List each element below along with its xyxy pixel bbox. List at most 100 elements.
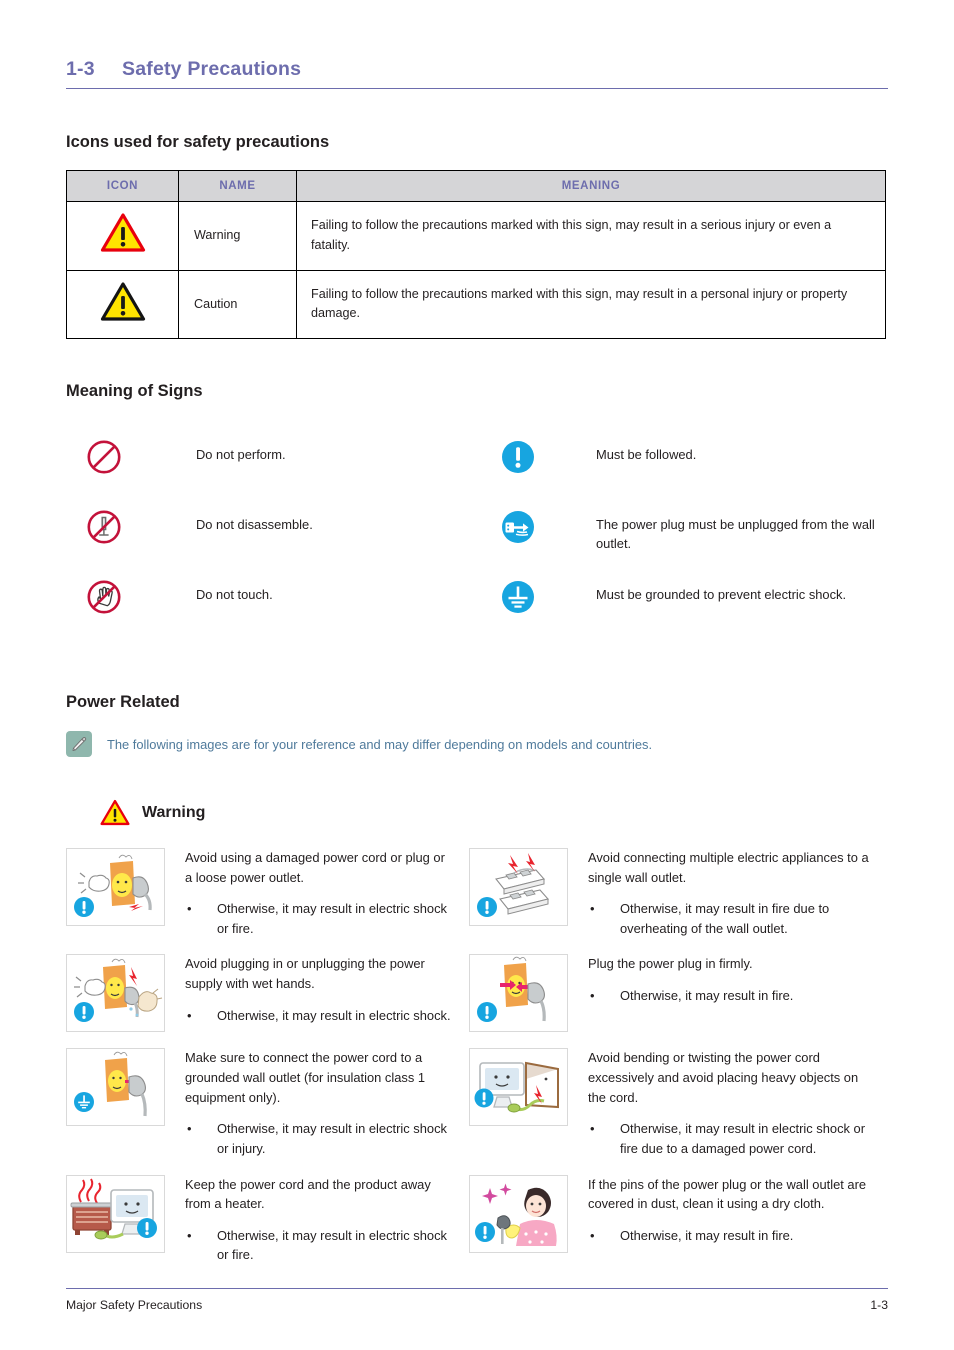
footer-left-text: Major Safety Precautions — [66, 1298, 203, 1312]
sign-label-do-not-touch: Do not touch. — [196, 587, 273, 603]
warning-item-title: Keep the power cord and the product away… — [185, 1176, 431, 1212]
warning-item-text: Avoid using a damaged power cord or plug… — [169, 848, 469, 954]
section-heading-icons: Icons used for safety precautions — [66, 133, 330, 151]
damaged-power-cord-illustration — [66, 848, 165, 927]
bullet-marker: • — [187, 901, 192, 917]
warning-label: Warning — [142, 803, 206, 821]
warning-item-bullet: • Otherwise, it may result in fire. — [588, 1226, 874, 1246]
warning-item-bullet: • Otherwise, it may result in electric s… — [185, 1119, 455, 1158]
wet-hands-plug-illustration — [66, 954, 165, 1033]
no-disassemble-icon — [66, 501, 121, 571]
heater-away-from-product-illustration — [66, 1174, 165, 1253]
warning-item-image — [66, 1048, 169, 1174]
bullet-text: Otherwise, it may result in electric sho… — [217, 901, 447, 936]
table-header-row: ICON NAME MEANING — [66, 170, 886, 202]
bullet-text: Otherwise, it may result in electric sho… — [217, 1121, 447, 1156]
bending-cord-heavy-object-illustration — [469, 1048, 568, 1127]
bullet-text: Otherwise, it may result in fire. — [620, 1227, 794, 1243]
chapter-heading: 1-3 Safety Precautions — [66, 0, 888, 89]
warning-items-grid: Avoid using a damaged power cord or plug… — [66, 848, 888, 1281]
cell-meaning: Failing to follow the precautions marked… — [296, 201, 886, 271]
sign-label-do-not-perform: Do not perform. — [196, 447, 286, 463]
warning-item-bullet: • Otherwise, it may result in fire due t… — [588, 899, 874, 938]
warning-item-image — [469, 1048, 572, 1174]
warning-item-text: Keep the power cord and the product away… — [169, 1175, 469, 1281]
warning-item-title: Avoid bending or twisting the power cord… — [588, 1050, 859, 1105]
column-header-meaning: MEANING — [296, 170, 886, 202]
warning-item-image — [66, 1174, 169, 1281]
bullet-text: Otherwise, it may result in electric sho… — [217, 1227, 447, 1263]
bullet-text: Otherwise, it may result in fire due to … — [620, 901, 830, 936]
cell-name: Caution — [178, 269, 297, 340]
bullet-marker: • — [187, 1121, 192, 1137]
column-header-icon: ICON — [66, 170, 179, 202]
cell-name: Warning — [178, 201, 297, 271]
sign-label-must-be-grounded: Must be grounded to prevent electric sho… — [596, 587, 847, 603]
page-footer: Major Safety Precautions 1-3 — [66, 1288, 888, 1312]
grounded-outlet-illustration — [66, 1048, 165, 1127]
warning-item-text: Avoid bending or twisting the power cord… — [572, 1048, 888, 1174]
warning-item-image — [469, 1174, 572, 1281]
sign-label-do-not-disassemble: Do not disassemble. — [196, 517, 313, 533]
warning-item-image — [469, 848, 572, 954]
icons-used-table: ICON NAME MEANING Warning Failing to fol… — [66, 170, 886, 340]
bullet-text: Otherwise, it may result in electric sho… — [217, 1007, 451, 1023]
cell-icon — [66, 269, 179, 340]
mandatory-exclamation-icon — [480, 431, 534, 501]
warning-item-bullet: • Otherwise, it may result in fire. — [588, 986, 874, 1006]
caution-triangle-black-icon — [100, 281, 146, 322]
document-page: 1-3 Safety Precautions Icons used for sa… — [0, 0, 954, 1350]
warning-item-image — [66, 848, 169, 954]
warning-item-text: Avoid connecting multiple electric appli… — [572, 848, 888, 954]
reference-note: The following images are for your refere… — [66, 731, 888, 758]
sign-label-unplug-power: The power plug must be unplugged from th… — [596, 517, 875, 552]
bullet-marker: • — [187, 1007, 192, 1023]
bullet-marker: • — [590, 1121, 595, 1137]
bullet-marker: • — [590, 988, 595, 1004]
footer-page-number: 1-3 — [870, 1298, 888, 1312]
warning-triangle-red-icon — [100, 212, 146, 253]
warning-item-bullet: • Otherwise, it may result in electric s… — [185, 899, 455, 938]
column-header-name: NAME — [178, 170, 297, 202]
warning-item-title: Plug the power plug in firmly. — [588, 956, 753, 972]
bullet-text: Otherwise, it may result in electric sho… — [620, 1121, 865, 1156]
bullet-marker: • — [590, 901, 595, 917]
reference-note-text: The following images are for your refere… — [107, 737, 653, 753]
warning-item-text: Plug the power plug in firmly. • Otherwi… — [572, 954, 888, 1048]
warning-item-bullet: • Otherwise, it may result in electric s… — [185, 1006, 455, 1026]
warning-triangle-red-icon — [100, 799, 130, 826]
section-heading-signs: Meaning of Signs — [66, 382, 203, 401]
warning-item-text: Avoid plugging in or unplugging the powe… — [169, 954, 469, 1048]
cell-icon — [66, 201, 179, 271]
meaning-of-signs-grid: Do not perform. Must be followed. Do not… — [66, 431, 888, 641]
warning-item-bullet: • Otherwise, it may result in electric s… — [588, 1119, 874, 1158]
warning-subsection-header: Warning — [100, 799, 888, 826]
table-row: Caution Failing to follow the precaution… — [66, 269, 886, 340]
unplug-power-icon — [480, 501, 534, 571]
clean-dusty-plug-illustration — [469, 1174, 568, 1253]
warning-item-text: If the pins of the power plug or the wal… — [572, 1175, 888, 1281]
sign-label-must-be-followed: Must be followed. — [596, 447, 697, 463]
multiple-appliances-outlet-illustration — [469, 848, 568, 927]
warning-item-title: Avoid plugging in or unplugging the powe… — [185, 956, 425, 992]
warning-item-text: Make sure to connect the power cord to a… — [169, 1048, 469, 1174]
warning-item-image — [66, 954, 169, 1048]
cell-meaning: Failing to follow the precautions marked… — [296, 269, 886, 340]
table-row: Warning Failing to follow the precaution… — [66, 201, 886, 271]
warning-item-title: If the pins of the power plug or the wal… — [588, 1176, 867, 1212]
section-heading-power: Power Related — [66, 693, 180, 712]
chapter-title: Safety Precautions — [122, 58, 302, 80]
bullet-text: Otherwise, it may result in fire. — [620, 988, 794, 1004]
warning-item-title: Make sure to connect the power cord to a… — [185, 1050, 426, 1105]
bullet-marker: • — [590, 1227, 595, 1243]
chapter-number: 1-3 — [66, 58, 95, 80]
plug-in-firmly-illustration — [469, 954, 568, 1033]
no-touch-hand-icon — [66, 571, 121, 641]
grounding-earth-icon — [480, 571, 534, 641]
bullet-marker: • — [187, 1227, 192, 1243]
warning-item-image — [469, 954, 572, 1048]
prohibition-circle-icon — [66, 431, 121, 501]
warning-item-title: Avoid using a damaged power cord or plug… — [185, 850, 445, 885]
pencil-note-icon — [66, 731, 92, 758]
warning-item-title: Avoid connecting multiple electric appli… — [588, 850, 869, 885]
